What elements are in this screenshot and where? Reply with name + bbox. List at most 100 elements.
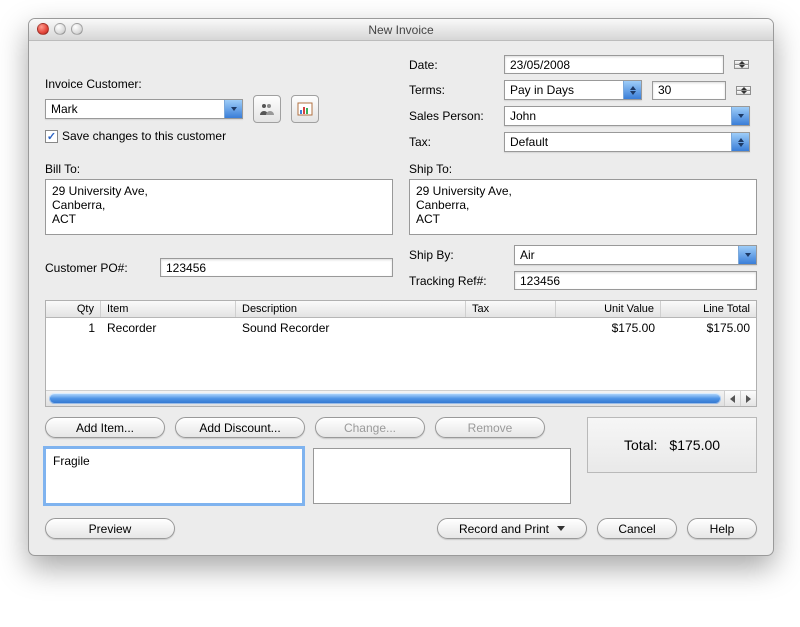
actions-left: Add Item... Add Discount... Change... Re…	[45, 417, 571, 504]
header-grid: Invoice Customer: Mark	[45, 55, 757, 152]
ship-by-label: Ship By:	[409, 248, 504, 262]
col-lt[interactable]: Line Total	[661, 301, 756, 317]
add-discount-button[interactable]: Add Discount...	[175, 417, 305, 438]
tracking-label: Tracking Ref#:	[409, 274, 504, 288]
invoice-window: New Invoice Invoice Customer: Mark	[28, 18, 774, 556]
po-row: Customer PO#:	[45, 245, 393, 290]
terms-combo[interactable]: Pay in Days	[504, 80, 642, 100]
col-qty[interactable]: Qty	[46, 301, 101, 317]
tracking-input[interactable]	[514, 271, 757, 290]
content: Invoice Customer: Mark	[29, 41, 773, 555]
invoice-customer-label: Invoice Customer:	[45, 77, 393, 91]
private-comment-input[interactable]	[313, 448, 571, 504]
table-body[interactable]: 1 Recorder Sound Recorder $175.00 $175.0…	[46, 318, 756, 390]
sales-person-label: Sales Person:	[409, 109, 504, 123]
close-icon[interactable]	[37, 23, 49, 35]
chart-icon	[297, 102, 313, 116]
left-col: Invoice Customer: Mark	[45, 55, 393, 152]
total-label: Total:	[624, 437, 657, 453]
terms-stepper[interactable]	[736, 86, 751, 95]
horizontal-scrollbar[interactable]	[46, 390, 756, 406]
cell-tax	[466, 318, 556, 338]
bill-to-textarea[interactable]: 29 University Ave, Canberra, ACT	[45, 179, 393, 235]
addr-grid: Bill To: 29 University Ave, Canberra, AC…	[45, 162, 757, 235]
date-row	[504, 55, 757, 74]
item-buttons-row: Add Item... Add Discount... Change... Re…	[45, 417, 571, 438]
sales-person-value: John	[505, 107, 731, 125]
ship-by-col: Ship By: Air Tracking Ref#:	[409, 245, 757, 290]
cell-qty: 1	[46, 318, 101, 338]
people-icon	[259, 102, 275, 116]
scroll-thumb[interactable]	[49, 393, 721, 404]
ship-to-block: Ship To: 29 University Ave, Canberra, AC…	[409, 162, 757, 235]
cell-lt: $175.00	[661, 318, 756, 338]
ship-by-value: Air	[515, 246, 738, 264]
right-col: Date: Terms: Pay in Days	[409, 55, 757, 152]
window-controls	[37, 23, 83, 35]
scroll-left-icon[interactable]	[724, 391, 740, 406]
col-item[interactable]: Item	[101, 301, 236, 317]
table-header: Qty Item Description Tax Unit Value Line…	[46, 301, 756, 318]
customer-row: Mark	[45, 95, 393, 123]
total-box: Total: $175.00	[587, 417, 757, 473]
remove-button[interactable]: Remove	[435, 417, 545, 438]
date-stepper[interactable]	[734, 60, 749, 69]
window-title: New Invoice	[368, 23, 433, 37]
preview-button[interactable]: Preview	[45, 518, 175, 539]
terms-label: Terms:	[409, 83, 504, 97]
customer-report-button[interactable]	[291, 95, 319, 123]
bill-to-block: Bill To: 29 University Ave, Canberra, AC…	[45, 162, 393, 235]
tax-value: Default	[505, 133, 731, 151]
notes-row: Fragile	[45, 448, 571, 504]
titlebar: New Invoice	[29, 19, 773, 41]
save-changes-checkbox[interactable]: ✓ Save changes to this customer	[45, 129, 393, 143]
actions-grid: Add Item... Add Discount... Change... Re…	[45, 417, 757, 504]
customer-po-input[interactable]	[160, 258, 393, 277]
customer-lookup-button[interactable]	[253, 95, 281, 123]
save-changes-label: Save changes to this customer	[62, 129, 226, 143]
line-items-table: Qty Item Description Tax Unit Value Line…	[45, 300, 757, 407]
zoom-icon[interactable]	[71, 23, 83, 35]
checkmark-icon: ✓	[45, 130, 58, 143]
footer: Preview Record and Print Cancel Help	[45, 518, 757, 539]
bill-to-label: Bill To:	[45, 162, 393, 176]
public-comment-input[interactable]: Fragile	[45, 448, 303, 504]
scroll-right-icon[interactable]	[740, 391, 756, 406]
tax-combo[interactable]: Default	[504, 132, 750, 152]
ship-by-combo[interactable]: Air	[514, 245, 757, 265]
cell-item: Recorder	[101, 318, 236, 338]
add-item-button[interactable]: Add Item...	[45, 417, 165, 438]
help-button[interactable]: Help	[687, 518, 757, 539]
chevron-updown-icon	[731, 133, 749, 151]
customer-po-label: Customer PO#:	[45, 261, 150, 275]
step-down-icon	[736, 91, 751, 95]
scroll-track	[46, 391, 724, 406]
chevron-down-icon	[224, 100, 242, 118]
col-tax[interactable]: Tax	[466, 301, 556, 317]
date-input[interactable]	[504, 55, 724, 74]
cell-desc: Sound Recorder	[236, 318, 466, 338]
sales-person-combo[interactable]: John	[504, 106, 750, 126]
terms-days-input[interactable]	[652, 81, 726, 100]
chevron-down-icon	[738, 246, 756, 264]
po-ship-grid: Customer PO#: Ship By: Air Tracking Ref#…	[45, 245, 757, 290]
total-value: $175.00	[669, 437, 720, 453]
terms-row: Pay in Days	[504, 80, 757, 100]
customer-combo[interactable]: Mark	[45, 99, 243, 119]
col-desc[interactable]: Description	[236, 301, 466, 317]
cell-uv: $175.00	[556, 318, 661, 338]
record-and-print-button[interactable]: Record and Print	[437, 518, 587, 539]
chevron-down-icon	[731, 107, 749, 125]
step-down-icon	[734, 65, 749, 69]
change-button[interactable]: Change...	[315, 417, 425, 438]
tax-label: Tax:	[409, 135, 504, 149]
date-label: Date:	[409, 58, 504, 72]
terms-combo-value: Pay in Days	[505, 81, 623, 99]
ship-by-row: Ship By: Air	[409, 245, 757, 265]
chevron-updown-icon	[623, 81, 641, 99]
ship-to-textarea[interactable]: 29 University Ave, Canberra, ACT	[409, 179, 757, 235]
col-uv[interactable]: Unit Value	[556, 301, 661, 317]
minimize-icon[interactable]	[54, 23, 66, 35]
table-row[interactable]: 1 Recorder Sound Recorder $175.00 $175.0…	[46, 318, 756, 338]
cancel-button[interactable]: Cancel	[597, 518, 677, 539]
